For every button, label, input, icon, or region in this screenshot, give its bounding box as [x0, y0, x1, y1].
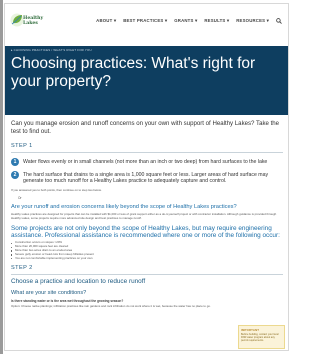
or-label: Or: [18, 196, 22, 201]
page-title: Choosing practices: What's right for you…: [11, 55, 256, 90]
question-2-text: The hard surface that drains to a single…: [23, 171, 269, 184]
list-item: You are not comfortable implementing pra…: [11, 256, 283, 261]
nav-grants[interactable]: GRANTS ▾: [174, 18, 197, 24]
main-content: Can you manage erosion and runoff concer…: [11, 120, 283, 309]
intro-text: Can you manage erosion and runoff concer…: [11, 120, 280, 135]
nav-resources[interactable]: RESOURCES ▾: [236, 18, 269, 24]
question-1: 1 Water flows evenly or in small channel…: [11, 158, 283, 167]
breadcrumb[interactable]: ▸ CHOOSING PRACTICES / WHAT'S RIGHT FOR …: [11, 48, 92, 52]
step-2-label: STEP 2: [11, 265, 33, 272]
site-option: Option: Choose native plantings; infiltr…: [11, 303, 211, 308]
nav-best-practices[interactable]: BEST PRACTICES ▾: [123, 18, 167, 24]
browser-page: Healthy Lakes ABOUT ▾ BEST PRACTICES ▾ G…: [4, 3, 289, 351]
search-icon[interactable]: [276, 18, 282, 24]
main-nav: ABOUT ▾ BEST PRACTICES ▾ GRANTS ▾ RESULT…: [96, 18, 282, 24]
scope-text: Healthy Lakes practices are designed for…: [11, 212, 277, 220]
question-1-text: Water flows evenly or in small channels …: [23, 159, 268, 166]
window-edge: [0, 0, 3, 354]
step-1-label: STEP 1: [11, 143, 33, 150]
scope-heading: Are your runoff and erosion concerns lik…: [11, 204, 237, 211]
professional-heading: Some projects are not only beyond the sc…: [11, 224, 280, 239]
divider: [11, 274, 283, 276]
site-question: Is there standing water or is the area w…: [11, 298, 124, 303]
divider: [11, 152, 283, 154]
logo-text: Healthy Lakes: [23, 16, 43, 26]
professional-list: Construction occurs on slopes >20% More …: [11, 241, 283, 260]
site-conditions-heading: What are your site conditions?: [11, 289, 87, 296]
important-callout: IMPORTANT Before building, contact your …: [238, 325, 285, 349]
number-badge-1: 1: [11, 158, 19, 167]
hero-divider: [5, 40, 288, 46]
nav-about[interactable]: ABOUT ▾: [96, 18, 116, 24]
logo-line-2: Lakes: [23, 21, 38, 26]
callout-text: Before building, contact your local DNR …: [241, 333, 279, 343]
page-hero: ▸ CHOOSING PRACTICES / WHAT'S RIGHT FOR …: [5, 40, 288, 115]
site-header: Healthy Lakes ABOUT ▾ BEST PRACTICES ▾ G…: [5, 4, 288, 40]
leaf-icon: [10, 13, 24, 27]
step-2-heading: Choose a practice and location to reduce…: [11, 278, 146, 286]
number-badge-2: 2: [11, 170, 19, 179]
answer-note: If you answered yes to both points, then…: [11, 188, 102, 193]
healthy-lakes-logo[interactable]: Healthy Lakes: [10, 11, 44, 33]
question-2: 2 The hard surface that drains to a sing…: [11, 170, 283, 185]
nav-results[interactable]: RESULTS ▾: [204, 18, 229, 24]
callout-title: IMPORTANT: [241, 328, 260, 332]
